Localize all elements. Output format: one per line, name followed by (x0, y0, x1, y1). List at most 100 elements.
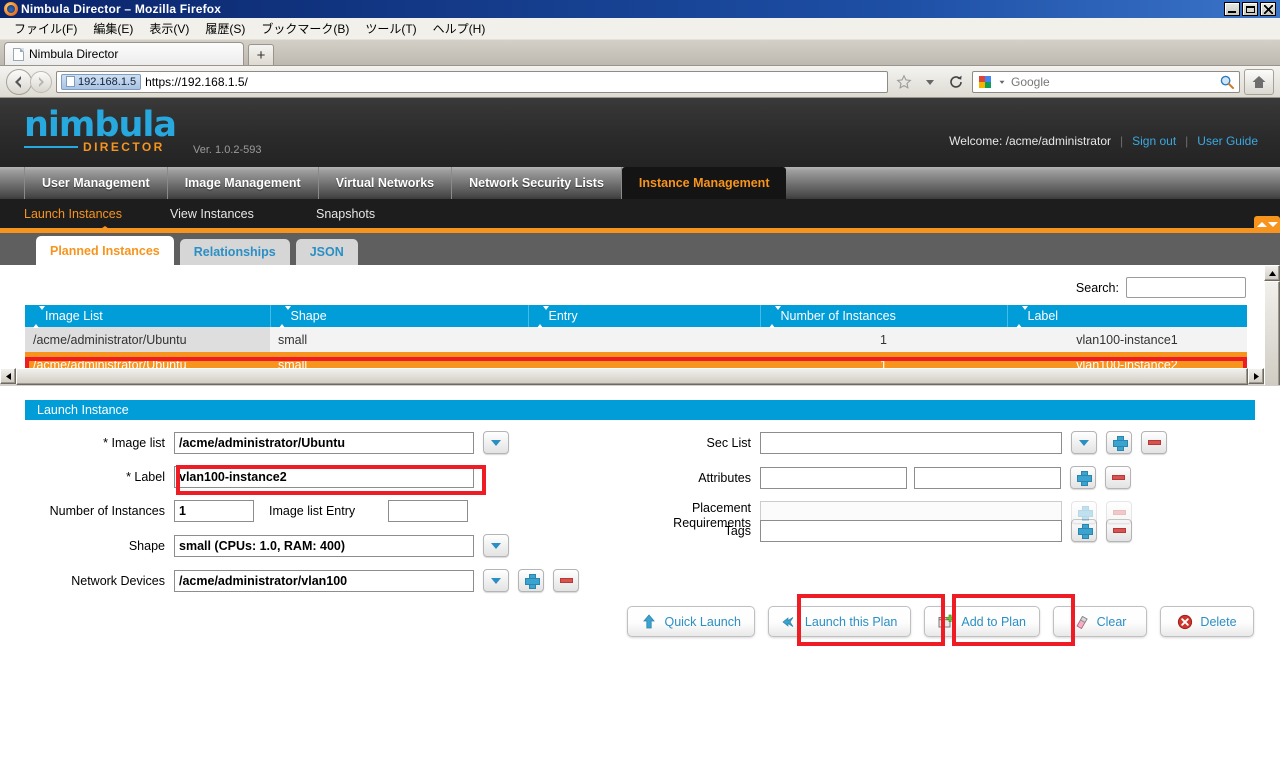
placement-remove-button (1106, 501, 1132, 524)
image-list-input[interactable] (174, 432, 474, 454)
browser-tab-label: Nimbula Director (29, 47, 118, 61)
menu-edit[interactable]: 編集(E) (85, 18, 141, 39)
nav-virtual-networks[interactable]: Virtual Networks (319, 167, 452, 199)
network-devices-remove-button[interactable] (553, 569, 579, 592)
tab-relationships[interactable]: Relationships (180, 239, 290, 265)
delete-button[interactable]: Delete (1160, 606, 1254, 637)
label-input[interactable] (174, 466, 474, 488)
firefox-icon (4, 2, 18, 16)
table-search-input[interactable] (1126, 277, 1246, 298)
number-of-instances-input[interactable] (174, 500, 254, 522)
image-list-entry-label: Image list Entry (269, 504, 379, 518)
sec-list-remove-button[interactable] (1141, 431, 1167, 454)
launch-instance-panel: Launch Instance * Image list * Label Num… (0, 400, 1280, 641)
new-tab-button[interactable]: + (248, 44, 274, 65)
nav-network-security-lists[interactable]: Network Security Lists (452, 167, 622, 199)
subnav-launch-instances[interactable]: Launch Instances (24, 207, 170, 221)
sign-out-link[interactable]: Sign out (1132, 134, 1176, 148)
url-bar[interactable]: 192.168.1.5 https://192.168.1.5/ (56, 71, 888, 93)
user-guide-link[interactable]: User Guide (1197, 134, 1258, 148)
shape-label: Shape (0, 539, 165, 553)
launch-instance-title: Launch Instance (25, 400, 1255, 420)
search-engine-dropdown-icon[interactable] (997, 74, 1007, 90)
minimize-button[interactable] (1224, 2, 1240, 16)
table-row[interactable]: /acme/administrator/Ubuntu small 1 vlan1… (25, 327, 1247, 352)
network-devices-input[interactable] (174, 570, 474, 592)
menu-view[interactable]: 表示(V) (141, 18, 197, 39)
nimbula-logo[interactable]: nimbula DIRECTOR (24, 108, 176, 154)
nav-instance-management[interactable]: Instance Management (622, 167, 787, 199)
table-vertical-scrollbar[interactable] (1264, 265, 1280, 386)
label-label: * Label (0, 470, 165, 484)
tab-json[interactable]: JSON (296, 239, 358, 265)
attributes-add-button[interactable] (1070, 466, 1096, 489)
sec-list-label: Sec List (601, 436, 751, 450)
h-scroll-thumb[interactable] (16, 368, 1248, 385)
field-attributes: Attributes (601, 466, 1167, 489)
attributes-remove-button[interactable] (1105, 466, 1131, 489)
chevron-down-icon (491, 440, 501, 446)
nav-user-management[interactable]: User Management (24, 167, 168, 199)
bookmark-dropdown-icon[interactable] (918, 71, 942, 93)
back-button[interactable] (6, 69, 32, 95)
quick-launch-button[interactable]: Quick Launch (627, 606, 754, 637)
network-devices-add-button[interactable] (518, 569, 544, 592)
attributes-value-input[interactable] (914, 467, 1061, 489)
menu-help[interactable]: ヘルプ(H) (425, 18, 494, 39)
tags-input[interactable] (760, 520, 1062, 542)
quick-launch-label: Quick Launch (664, 615, 740, 629)
shape-input[interactable] (174, 535, 474, 557)
tags-label: Tags (601, 524, 751, 538)
home-button[interactable] (1244, 69, 1274, 95)
sec-list-add-button[interactable] (1106, 431, 1132, 454)
menu-tools[interactable]: ツール(T) (357, 18, 424, 39)
bookmark-star-icon[interactable] (892, 71, 916, 93)
launch-this-plan-button[interactable]: Launch this Plan (768, 606, 911, 637)
magnifier-icon[interactable] (1219, 74, 1235, 90)
nav-image-management[interactable]: Image Management (168, 167, 319, 199)
site-identity-badge[interactable]: 192.168.1.5 (61, 74, 141, 90)
field-network-devices: Network Devices (0, 569, 579, 592)
subnav-view-instances[interactable]: View Instances (170, 207, 316, 221)
menu-history[interactable]: 履歴(S) (197, 18, 253, 39)
placement-label-line1: Placement (601, 501, 751, 516)
column-header-image-list[interactable]: Image List (25, 305, 270, 327)
minus-icon (1113, 528, 1126, 533)
image-list-entry-input[interactable] (388, 500, 468, 522)
subnav-snapshots[interactable]: Snapshots (316, 207, 462, 221)
field-image-list: * Image list (0, 431, 579, 454)
table-horizontal-scrollbar[interactable] (0, 368, 1264, 385)
close-button[interactable] (1260, 2, 1276, 16)
window-title-bar: Nimbula Director – Mozilla Firefox (0, 0, 1280, 18)
tab-planned-instances[interactable]: Planned Instances (36, 236, 174, 265)
attributes-key-input[interactable] (760, 467, 907, 489)
forward-button[interactable] (30, 71, 52, 93)
clear-label: Clear (1097, 615, 1127, 629)
clear-button[interactable]: Clear (1053, 606, 1147, 637)
browser-search-box[interactable]: Google (972, 71, 1240, 93)
scroll-up-button[interactable] (1264, 265, 1280, 281)
network-devices-dropdown-button[interactable] (483, 569, 509, 592)
menu-bookmarks[interactable]: ブックマーク(B) (253, 18, 357, 39)
column-header-number-of-instances[interactable]: Number of Instances (760, 305, 1007, 327)
image-list-dropdown-button[interactable] (483, 431, 509, 454)
menu-file[interactable]: ファイル(F) (6, 18, 85, 39)
browser-search-placeholder: Google (1011, 75, 1215, 89)
maximize-button[interactable] (1242, 2, 1258, 16)
placement-add-button (1071, 501, 1097, 524)
reload-icon[interactable] (944, 71, 968, 93)
column-header-label[interactable]: Label (1007, 305, 1247, 327)
scroll-right-button[interactable] (1248, 368, 1264, 384)
column-header-shape[interactable]: Shape (270, 305, 528, 327)
folder-add-icon (938, 614, 954, 630)
column-header-entry[interactable]: Entry (528, 305, 760, 327)
scroll-thumb[interactable] (1264, 281, 1280, 386)
network-devices-label: Network Devices (0, 574, 165, 588)
add-to-plan-button[interactable]: Add to Plan (924, 606, 1040, 637)
sec-list-input[interactable] (760, 432, 1062, 454)
shape-dropdown-button[interactable] (483, 534, 509, 557)
sec-list-dropdown-button[interactable] (1071, 431, 1097, 454)
collapse-toggle-icon[interactable] (1254, 216, 1280, 232)
scroll-left-button[interactable] (0, 368, 16, 384)
browser-tab[interactable]: Nimbula Director (4, 42, 244, 65)
